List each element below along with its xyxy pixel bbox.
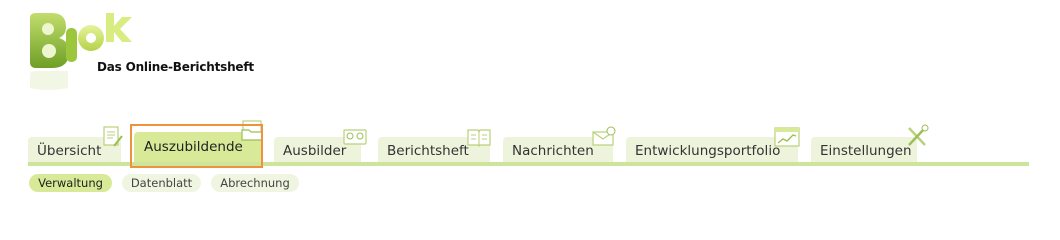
subtab-label: Datenblatt — [130, 176, 193, 190]
tab-ausbilder[interactable]: Ausbilder — [274, 129, 367, 162]
tab-label: Ausbilder — [283, 143, 347, 159]
open-book-icon — [467, 129, 491, 147]
logo-subtitle: Das Online-Berichtsheft — [97, 60, 254, 74]
chart-window-icon — [774, 127, 800, 147]
subtab-abrechnung[interactable]: Abrechnung — [211, 174, 299, 192]
tab-entwicklungsportfolio[interactable]: Entwicklungsportfolio — [626, 127, 800, 162]
tab-label: Einstellungen — [820, 143, 912, 159]
tab-auszubildende[interactable]: Auszubildende — [134, 120, 263, 164]
envelope-icon — [592, 126, 616, 146]
subtab-verwaltung[interactable]: Verwaltung — [29, 174, 112, 192]
subtab-label: Abrechnung — [220, 176, 290, 190]
tab-underline — [28, 162, 1029, 166]
tab-label: Berichtsheft — [387, 143, 469, 159]
subtab-datenblatt[interactable]: Datenblatt — [122, 174, 201, 192]
tab-einstellungen[interactable]: Einstellungen — [811, 124, 929, 162]
blok-logo[interactable]: Das Online-Berichtsheft — [28, 8, 268, 128]
id-card-icon — [343, 129, 367, 145]
tab-label: Übersicht — [37, 143, 102, 159]
folder-icon — [241, 120, 263, 141]
tab-nachrichten[interactable]: Nachrichten — [503, 126, 616, 162]
clipboard-pen-icon — [103, 126, 123, 147]
tab-uebersicht[interactable]: Übersicht — [28, 126, 123, 162]
main-tab-bar: Übersicht Auszubildende Ausbilder Berich… — [28, 118, 1029, 168]
tools-icon — [908, 124, 929, 146]
tab-label: Auszubildende — [144, 139, 243, 155]
tab-berichtsheft[interactable]: Berichtsheft — [378, 129, 491, 162]
tab-label: Nachrichten — [512, 143, 594, 159]
subtab-label: Verwaltung — [38, 176, 103, 190]
tab-label: Entwicklungsportfolio — [635, 143, 781, 159]
